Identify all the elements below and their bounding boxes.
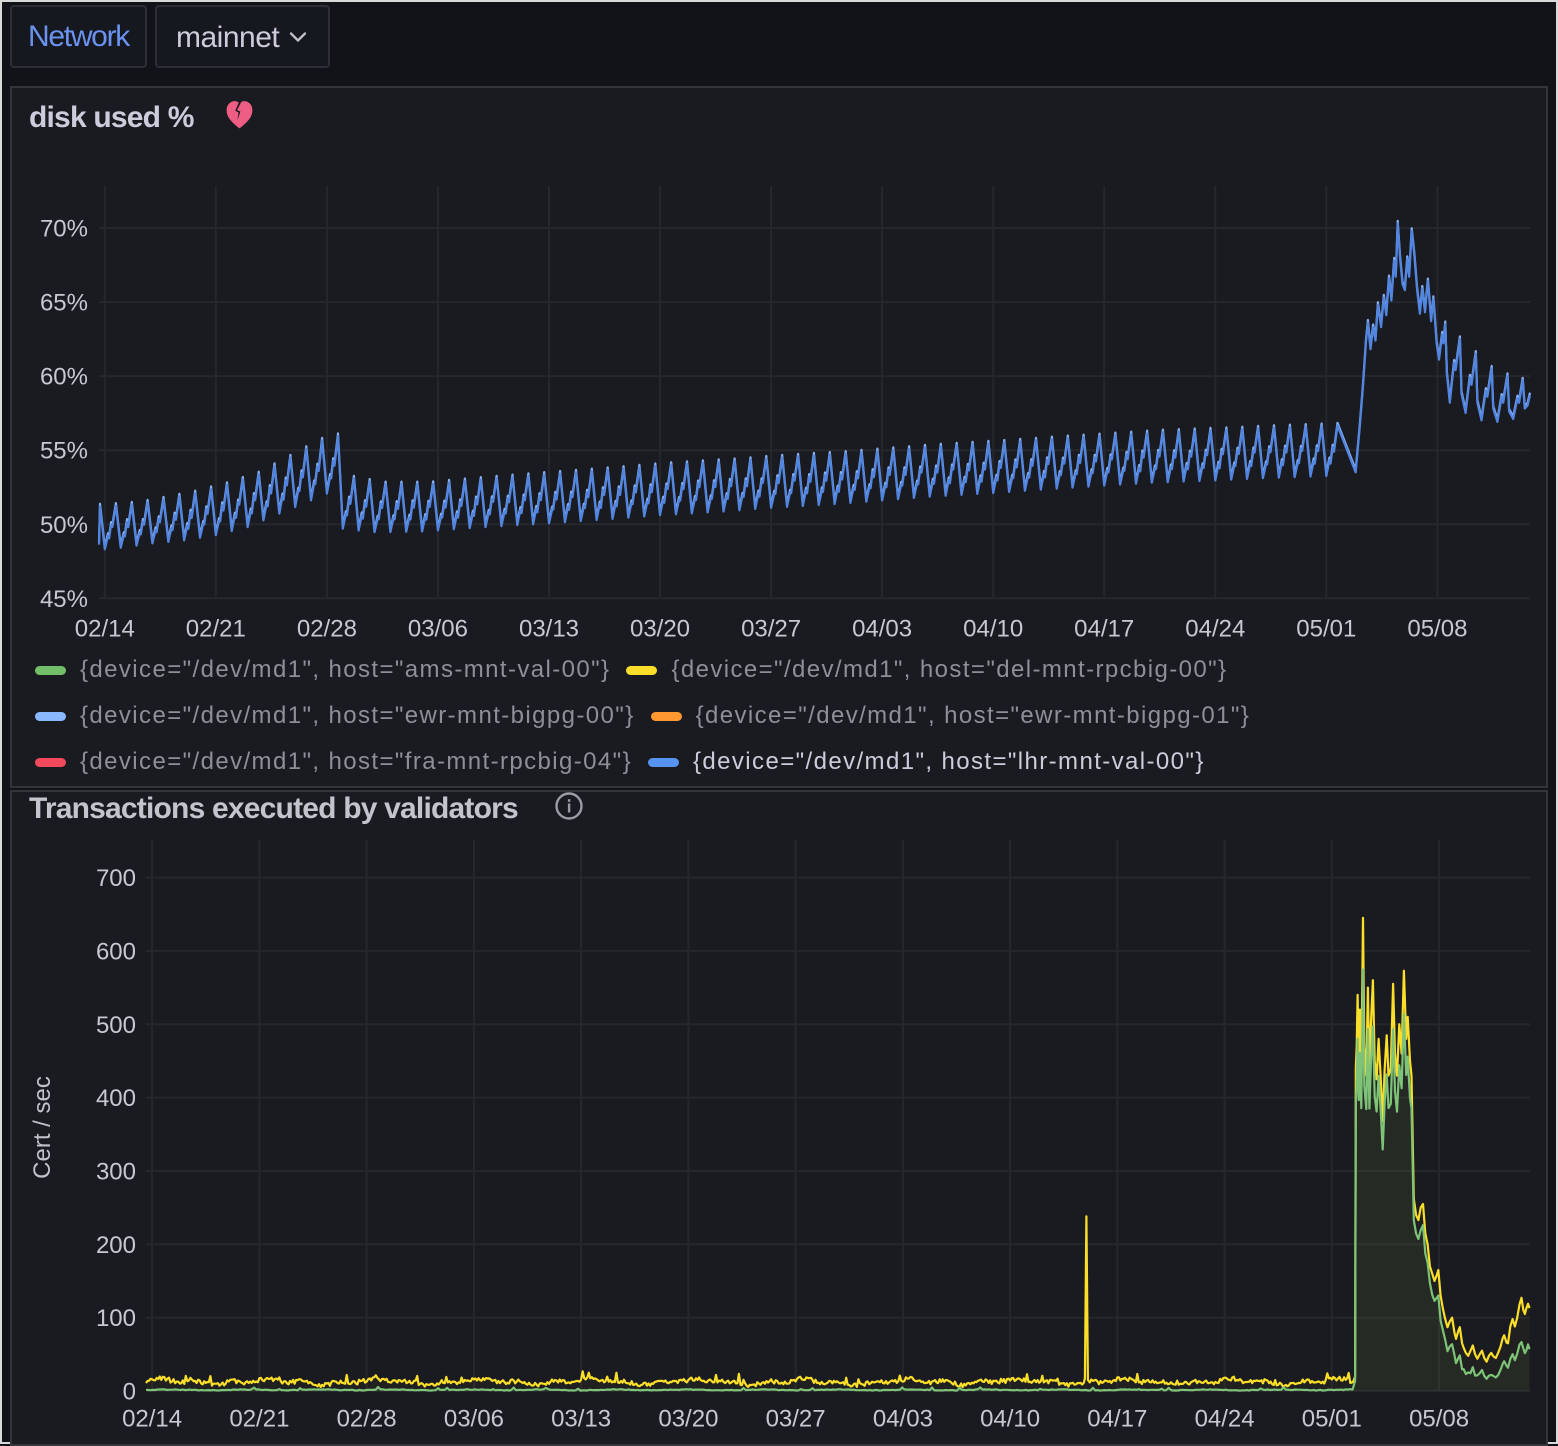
svg-text:05/08: 05/08 [1407,616,1467,643]
svg-text:02/28: 02/28 [297,616,357,643]
svg-text:200: 200 [96,1232,136,1259]
svg-text:04/03: 04/03 [873,1406,933,1433]
svg-text:04/10: 04/10 [963,616,1023,643]
svg-text:03/13: 03/13 [551,1406,611,1433]
svg-text:55%: 55% [40,438,88,465]
svg-text:03/20: 03/20 [658,1406,718,1433]
svg-text:700: 700 [96,865,136,892]
svg-text:300: 300 [96,1159,136,1186]
svg-text:05/08: 05/08 [1409,1406,1469,1433]
svg-text:65%: 65% [40,290,88,317]
svg-text:02/14: 02/14 [75,616,135,643]
svg-text:Cert / sec: Cert / sec [29,1076,56,1179]
svg-text:0: 0 [123,1379,136,1406]
svg-text:02/21: 02/21 [229,1406,289,1433]
svg-text:600: 600 [96,938,136,965]
svg-text:04/03: 04/03 [852,616,912,643]
svg-text:02/28: 02/28 [337,1406,397,1433]
svg-text:04/24: 04/24 [1195,1406,1255,1433]
svg-text:02/21: 02/21 [186,616,246,643]
svg-text:70%: 70% [40,216,88,243]
svg-text:02/14: 02/14 [122,1406,182,1433]
svg-text:03/27: 03/27 [766,1406,826,1433]
svg-text:60%: 60% [40,364,88,391]
svg-text:03/27: 03/27 [741,616,801,643]
svg-text:03/20: 03/20 [630,616,690,643]
svg-text:03/06: 03/06 [408,616,468,643]
svg-text:04/10: 04/10 [980,1406,1040,1433]
svg-text:45%: 45% [40,586,88,613]
svg-text:50%: 50% [40,512,88,539]
svg-text:03/13: 03/13 [519,616,579,643]
svg-text:04/17: 04/17 [1074,616,1134,643]
svg-text:05/01: 05/01 [1296,616,1356,643]
svg-text:500: 500 [96,1012,136,1039]
svg-text:03/06: 03/06 [444,1406,504,1433]
svg-text:100: 100 [96,1305,136,1332]
svg-text:04/17: 04/17 [1087,1406,1147,1433]
svg-text:04/24: 04/24 [1185,616,1245,643]
svg-text:05/01: 05/01 [1302,1406,1362,1433]
svg-text:400: 400 [96,1085,136,1112]
